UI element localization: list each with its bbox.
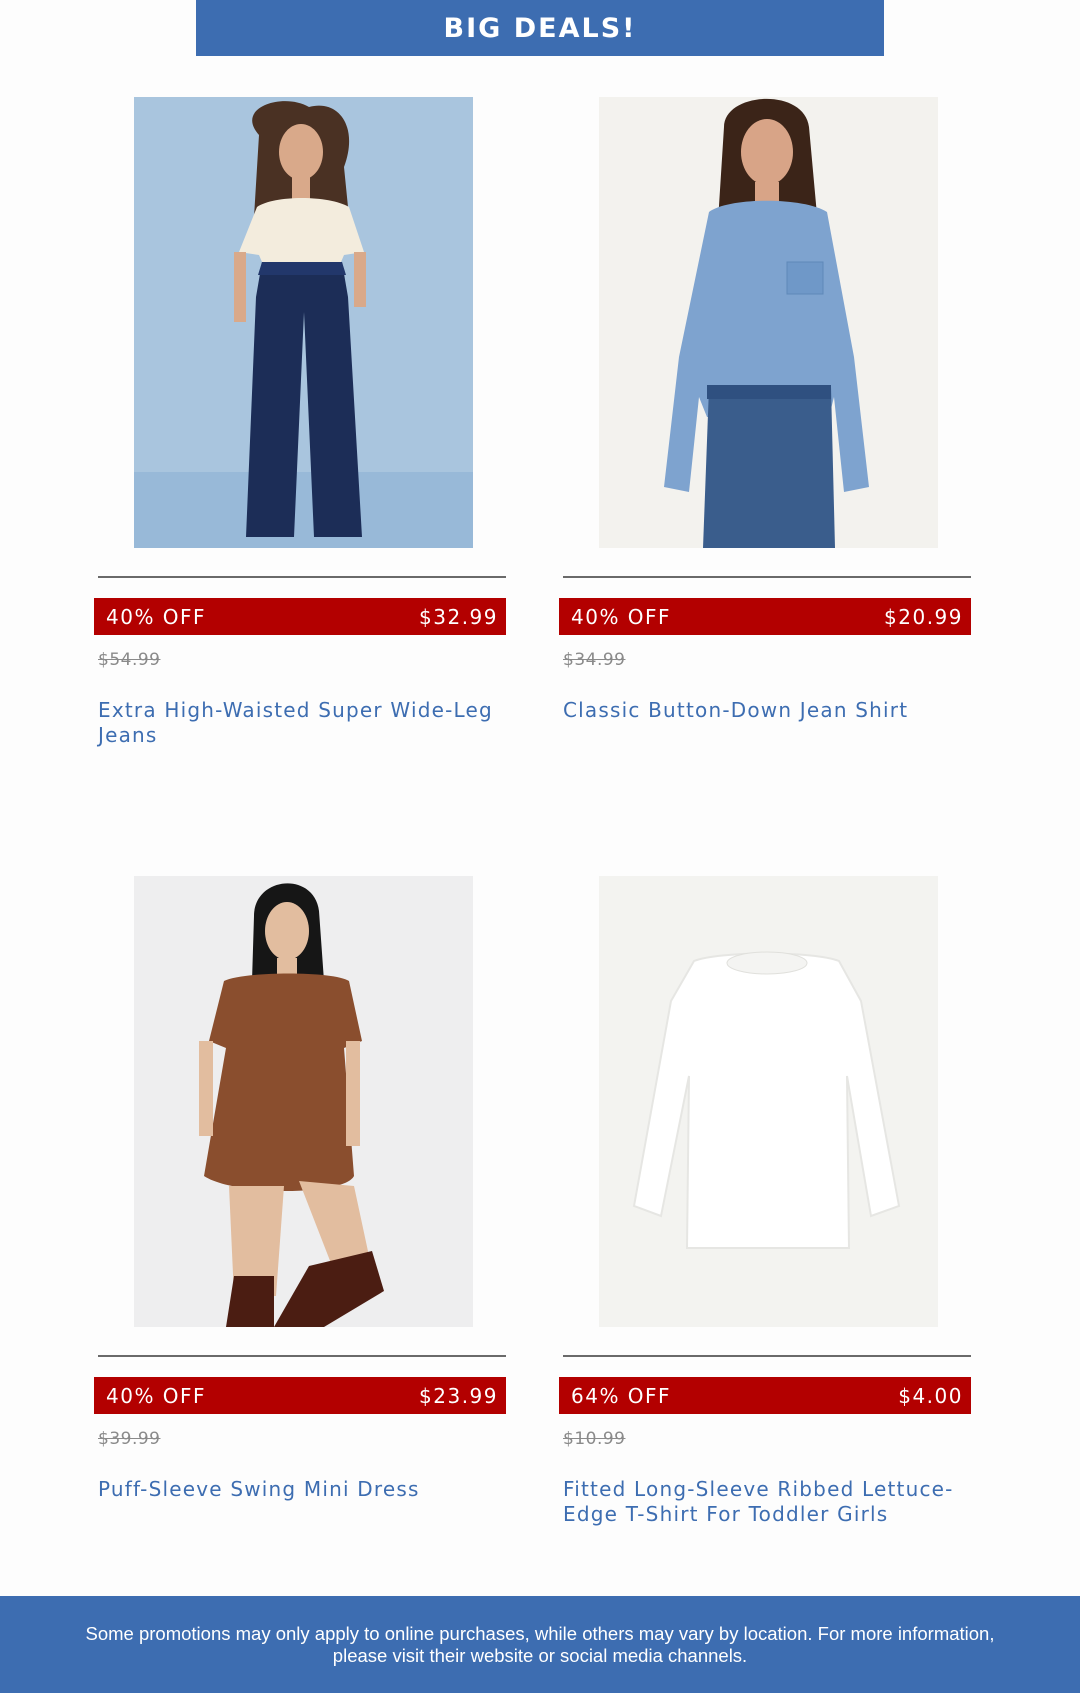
product-image[interactable] (134, 876, 473, 1327)
deal-badge: 40% OFF $20.99 (559, 598, 971, 635)
original-price: $39.99 (98, 1429, 161, 1449)
sale-price: $4.00 (898, 1383, 963, 1408)
disclaimer-text: Some promotions may only apply to online… (85, 1622, 995, 1666)
product-name-link[interactable]: Classic Button-Down Jean Shirt (563, 698, 971, 723)
discount-label: 40% OFF (106, 604, 207, 629)
product-image[interactable] (599, 876, 938, 1327)
deal-badge: 40% OFF $23.99 (94, 1377, 506, 1414)
deal-badge: 64% OFF $4.00 (559, 1377, 971, 1414)
divider (98, 1355, 506, 1357)
divider (98, 576, 506, 578)
divider (563, 576, 971, 578)
discount-label: 40% OFF (571, 604, 672, 629)
original-price: $34.99 (563, 650, 626, 670)
divider (563, 1355, 971, 1357)
sale-price: $23.99 (419, 1383, 498, 1408)
original-price: $54.99 (98, 650, 161, 670)
discount-label: 40% OFF (106, 1383, 207, 1408)
big-deals-banner: BIG DEALS! (196, 0, 884, 56)
banner-title: BIG DEALS! (443, 12, 637, 44)
deal-badge: 40% OFF $32.99 (94, 598, 506, 635)
product-image[interactable] (599, 97, 938, 548)
footer-disclaimer: Some promotions may only apply to online… (0, 1596, 1080, 1693)
product-name-link[interactable]: Fitted Long-Sleeve Ribbed Lettuce-Edge T… (563, 1477, 971, 1527)
sale-price: $32.99 (419, 604, 498, 629)
original-price: $10.99 (563, 1429, 626, 1449)
product-image[interactable] (134, 97, 473, 548)
sale-price: $20.99 (884, 604, 963, 629)
product-name-link[interactable]: Extra High-Waisted Super Wide-Leg Jeans (98, 698, 506, 748)
discount-label: 64% OFF (571, 1383, 672, 1408)
product-name-link[interactable]: Puff-Sleeve Swing Mini Dress (98, 1477, 506, 1502)
